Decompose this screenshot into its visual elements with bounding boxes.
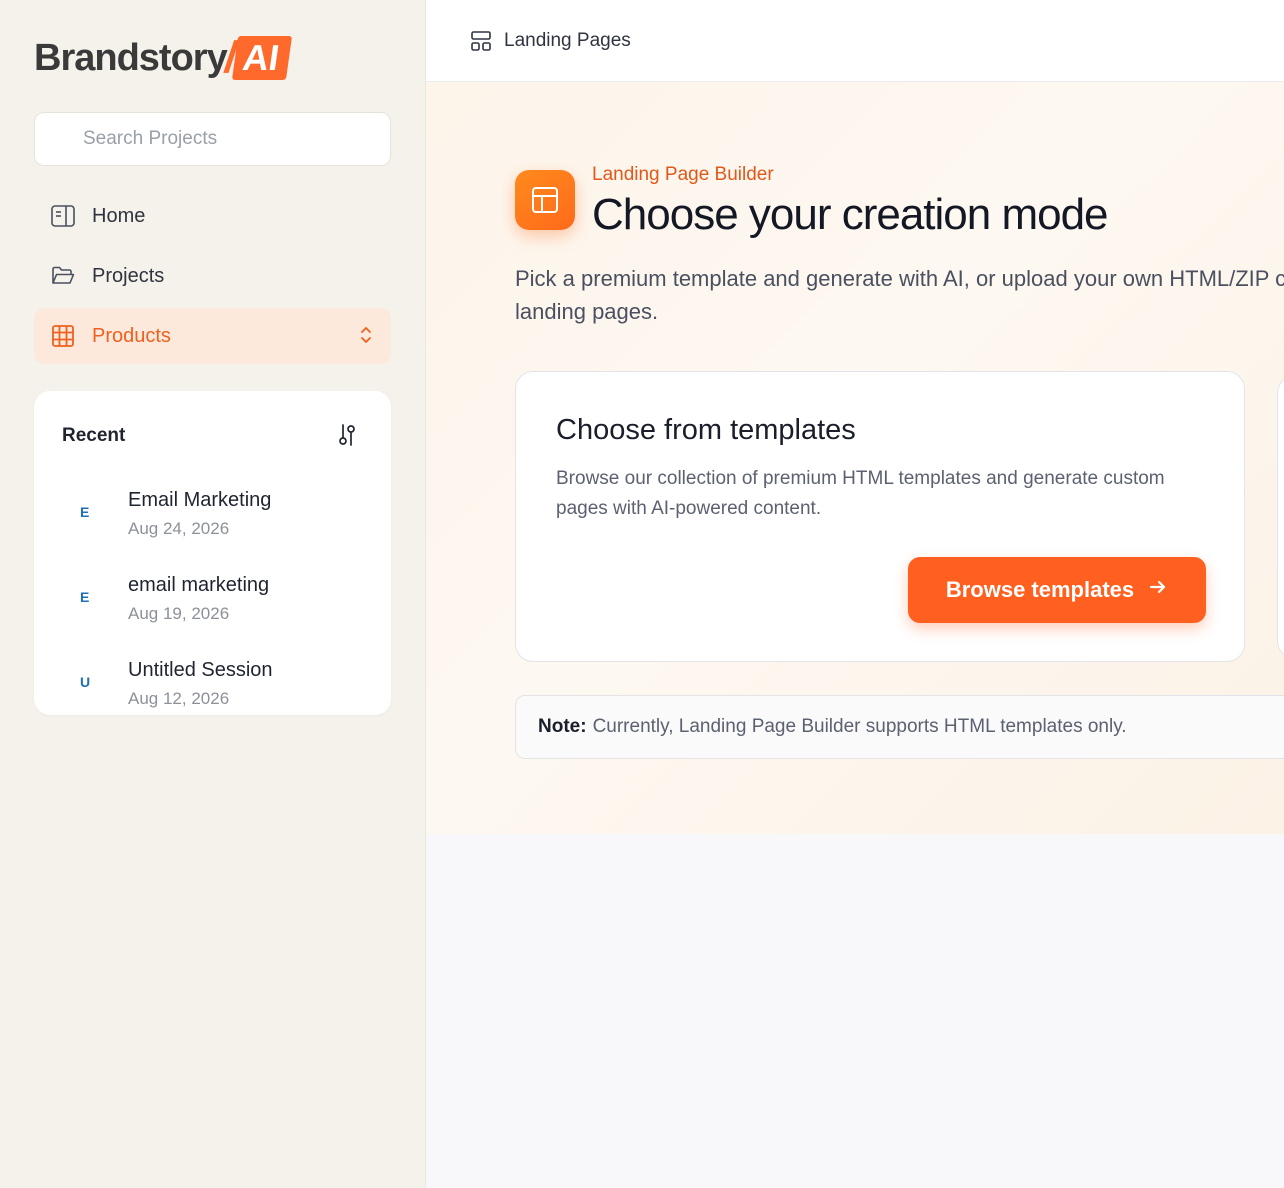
recent-title: Recent xyxy=(62,425,126,446)
sidebar-item-label: Home xyxy=(92,204,146,227)
note-banner: Note: Currently, Landing Page Builder su… xyxy=(515,695,1284,759)
button-label: Browse templates xyxy=(945,577,1135,602)
templates-card: Choose from templates Browse our collect… xyxy=(515,371,1245,662)
sidebar-nav: Home Projects Products xyxy=(34,188,391,368)
recent-name: Email Marketing xyxy=(128,489,272,511)
recent-date: Aug 19, 2026 xyxy=(128,604,230,623)
sidebar-item-home[interactable]: Home xyxy=(34,188,391,244)
arrow-right-icon xyxy=(1148,577,1168,603)
chevron-up-down-icon[interactable] xyxy=(359,324,373,352)
list-item[interactable]: U Untitled Session Aug 12, 2026 xyxy=(34,649,391,719)
sidebar-item-products[interactable]: Products xyxy=(34,308,391,364)
search-input[interactable] xyxy=(34,112,391,166)
card-description: Browse our collection of premium HTML te… xyxy=(556,468,1165,519)
recent-initial: E xyxy=(80,504,90,520)
recent-name: email marketing xyxy=(128,574,270,596)
upload-card-partial[interactable] xyxy=(1277,375,1284,659)
top-bar: Landing Pages xyxy=(426,0,1284,82)
layout-icon xyxy=(470,30,492,52)
main-content: Landing Page Builder Choose your creatio… xyxy=(426,82,1284,834)
browse-templates-button[interactable]: Browse templates xyxy=(908,557,1206,623)
sidebar-item-projects[interactable]: Projects xyxy=(34,248,391,304)
sidebar-item-label: Projects xyxy=(92,264,165,287)
layout-template-icon xyxy=(515,170,575,230)
list-item[interactable]: E Email Marketing Aug 24, 2026 xyxy=(34,479,391,549)
brand-name: Brandstory xyxy=(34,36,228,79)
recent-initial: E xyxy=(80,589,90,605)
card-title: Choose from templates xyxy=(556,414,856,446)
recent-date: Aug 12, 2026 xyxy=(128,689,230,708)
list-item[interactable]: E email marketing Aug 19, 2026 xyxy=(34,564,391,634)
recent-panel: Recent E Email Marketing Aug 24, 2026 E … xyxy=(34,391,391,715)
sidebar: Brandstory / AI Home Pro xyxy=(0,0,426,1188)
note-text: Currently, Landing Page Builder supports… xyxy=(592,716,1127,737)
brand-logo[interactable]: Brandstory / AI xyxy=(34,33,293,82)
folder-open-icon xyxy=(50,263,76,289)
recent-name: Untitled Session xyxy=(128,659,273,681)
eyebrow-label: Landing Page Builder xyxy=(592,164,774,185)
recent-date: Aug 24, 2026 xyxy=(128,519,230,538)
page-title: Choose your creation mode xyxy=(592,190,1109,239)
recent-initial: U xyxy=(80,674,91,690)
page-description: Pick a premium template and generate wit… xyxy=(515,266,1284,324)
note-label: Note: xyxy=(538,716,587,737)
filter-icon[interactable] xyxy=(337,423,357,447)
grid-icon xyxy=(50,323,76,349)
sidebar-panel-icon xyxy=(50,203,76,229)
breadcrumb: Landing Pages xyxy=(504,29,631,51)
brand-suffix: AI xyxy=(231,36,293,80)
sidebar-item-label: Products xyxy=(92,324,171,347)
